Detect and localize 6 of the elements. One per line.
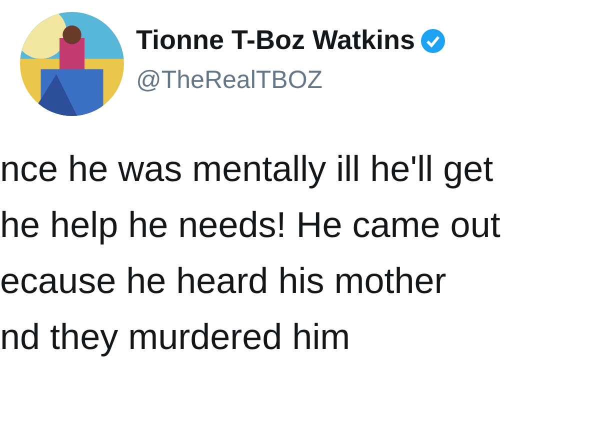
tweet-text-line: ecause he heard his mother bbox=[0, 260, 448, 302]
tweet-text-line: he help he needs! He came out bbox=[0, 204, 502, 246]
tweet-text-line: nd they murdered him bbox=[0, 316, 352, 358]
tweet-text-line: nce he was mentally ill he'll get bbox=[0, 148, 494, 190]
author-name[interactable]: Tionne T-Boz Watkins bbox=[136, 25, 416, 56]
author-handle[interactable]: @TheRealTBOZ bbox=[136, 66, 446, 95]
